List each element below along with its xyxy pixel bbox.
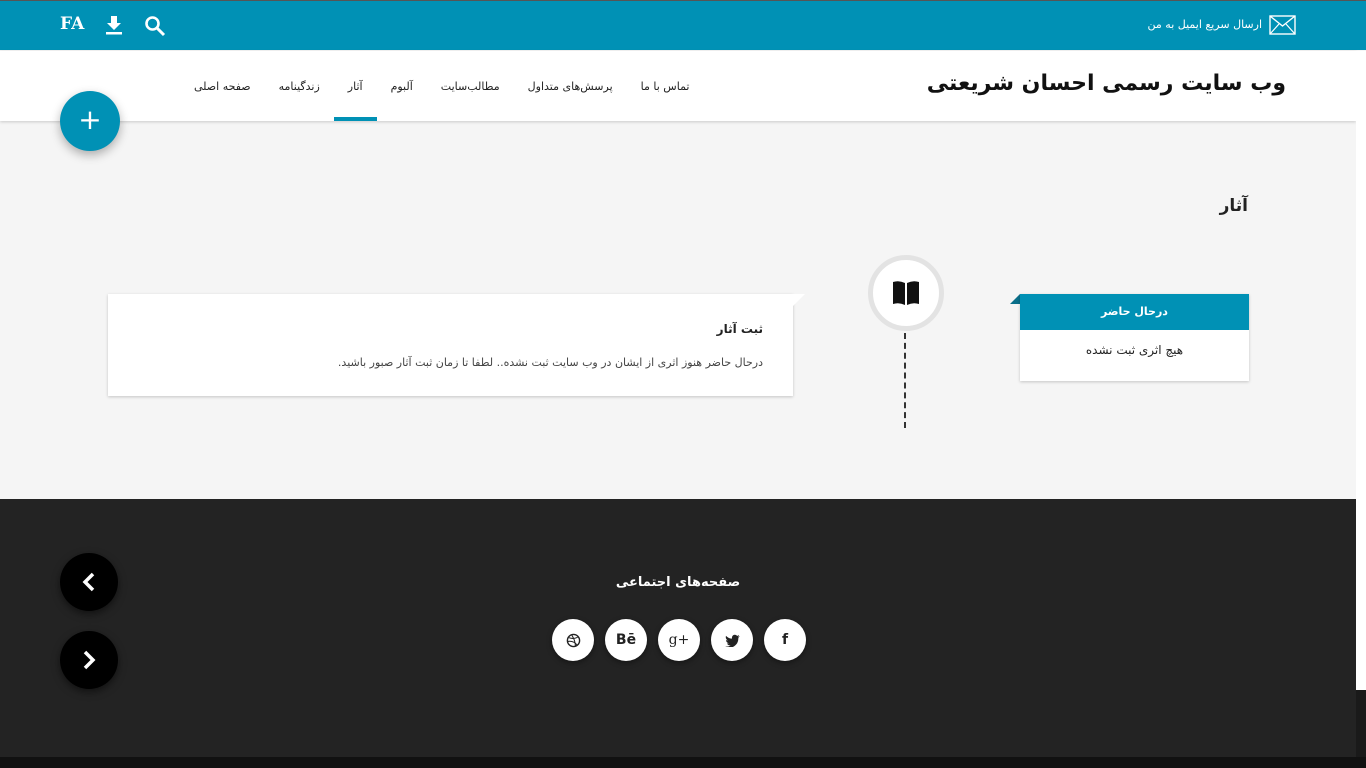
nav-item-faq[interactable]: پرسش‌های متداول [514, 51, 627, 121]
behance-icon[interactable]: Bē [605, 619, 647, 661]
works-card: ثبت آثار درحال حاضر هنوز اثری از ایشان د… [108, 294, 805, 396]
facebook-icon[interactable]: f [764, 619, 806, 661]
language-switch[interactable]: FA [60, 14, 84, 34]
nav-label: صفحه اصلی [194, 79, 251, 93]
status-box: درحال حاضر هیچ اثری ثبت نشده [1020, 294, 1249, 381]
bottom-strip [0, 757, 1366, 768]
envelope-icon[interactable] [1269, 15, 1296, 35]
search-icon[interactable] [144, 15, 166, 37]
nav-item-contact[interactable]: تماس با ما [627, 51, 704, 121]
top-bar: FA ارسال سریع ایمیل به من [0, 0, 1366, 50]
nav-item-home[interactable]: صفحه اصلی [180, 51, 265, 121]
timeline-marker [868, 255, 944, 331]
card-title: ثبت آثار [716, 322, 763, 336]
timeline-line [904, 333, 906, 428]
scrollbar-track[interactable] [1356, 51, 1366, 757]
book-icon [893, 281, 919, 305]
dribbble-icon[interactable] [552, 619, 594, 661]
nav-item-articles[interactable]: مطالب‌سایت [427, 51, 514, 121]
site-title[interactable]: وب سایت رسمی احسان شریعتی [927, 71, 1286, 96]
quick-email-link[interactable]: ارسال سریع ایمیل به من [1148, 18, 1262, 31]
card-text: درحال حاضر هنوز اثری از ایشان در وب سایت… [337, 356, 763, 369]
nav-label: زندگینامه [278, 79, 320, 93]
scroll-next-button[interactable] [60, 631, 118, 689]
google-plus-icon[interactable]: g+ [658, 619, 700, 661]
add-button[interactable]: + [60, 91, 120, 151]
status-header: درحال حاضر [1020, 294, 1249, 330]
twitter-icon[interactable] [711, 619, 753, 661]
nav-label: مطالب‌سایت [440, 79, 500, 93]
main-navbar: وب سایت رسمی احسان شریعتی صفحه اصلی زندگ… [0, 51, 1356, 121]
nav-item-album[interactable]: آلبوم [377, 51, 427, 121]
chevron-left-icon [82, 572, 95, 592]
chevron-right-icon [83, 650, 96, 670]
nav-item-biography[interactable]: زندگینامه [265, 51, 334, 121]
social-links: Bē g+ f [552, 619, 806, 661]
main-nav: صفحه اصلی زندگینامه آثار آلبوم مطالب‌سای… [180, 51, 780, 121]
page-title: آثار [1219, 196, 1248, 216]
scroll-previous-button[interactable] [60, 553, 118, 611]
status-body: هیچ اثری ثبت نشده [1085, 343, 1184, 357]
scrollbar-thumb[interactable] [1356, 690, 1366, 757]
footer: صفحه‌های اجتماعی Bē g+ f [0, 499, 1356, 757]
status-fold [1010, 294, 1020, 304]
download-icon[interactable] [105, 15, 123, 35]
nav-label: پرسش‌های متداول [527, 79, 613, 93]
nav-label: تماس با ما [640, 79, 690, 93]
nav-label: آلبوم [390, 79, 413, 93]
nav-label: آثار [347, 79, 363, 93]
footer-title: صفحه‌های اجتماعی [615, 575, 741, 590]
nav-item-works[interactable]: آثار [333, 51, 377, 121]
